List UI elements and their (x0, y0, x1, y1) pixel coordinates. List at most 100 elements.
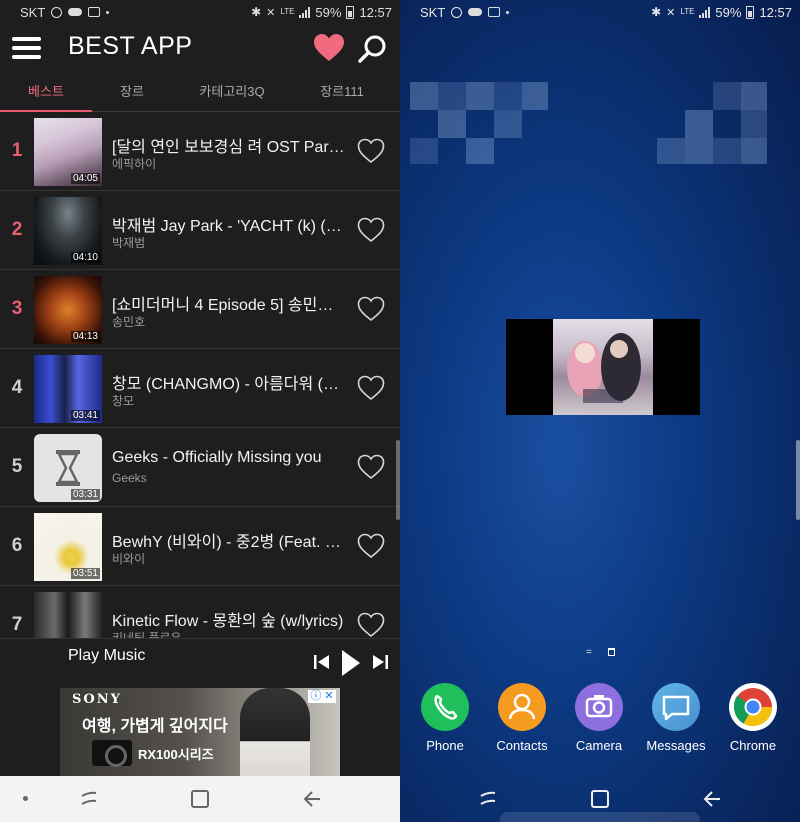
bottom-handle (500, 812, 700, 822)
app-phone[interactable]: Phone (406, 683, 484, 753)
song-thumbnail: 04:10 (34, 197, 102, 265)
home-button-icon[interactable] (190, 788, 210, 810)
song-rank: 7 (11, 614, 23, 635)
chrome-icon (729, 683, 777, 731)
like-heart-icon[interactable] (357, 217, 385, 243)
app-label: Phone (426, 738, 464, 753)
ad-product: RX100시리즈 (138, 747, 214, 762)
song-duration: 03:31 (70, 489, 100, 500)
song-title: Geeks - Officially Missing you (112, 449, 322, 466)
song-duration: 04:05 (70, 173, 100, 184)
app-label: Messages (646, 738, 706, 753)
sync-icon (51, 6, 63, 18)
song-duration: 04:10 (70, 252, 100, 263)
song-title: 박재범 Jay Park - 'YACHT (k) (Feat. (112, 218, 348, 235)
song-thumbnail (34, 592, 102, 638)
recent-apps-icon[interactable] (79, 788, 99, 810)
song-artist: 키네틱 플로우 (112, 631, 182, 638)
ad-photographer-image (240, 688, 310, 776)
menu-icon[interactable] (12, 37, 41, 59)
bluetooth-icon: ✱ (651, 5, 662, 19)
gallery-icon (88, 7, 101, 17)
signal-icon (299, 6, 311, 18)
search-icon[interactable] (357, 34, 387, 64)
song-list[interactable]: 1 04:05 [달의 연인 보보경심 려 OST Part 4] 에픽하이 2… (0, 112, 400, 638)
tab-genre[interactable]: 장르 (92, 72, 172, 112)
clock: 12:57 (359, 4, 392, 20)
song-thumbnail: 03:41 (34, 355, 102, 423)
like-heart-icon[interactable] (357, 138, 385, 164)
play-icon[interactable] (340, 648, 362, 678)
like-heart-icon[interactable] (357, 375, 385, 401)
back-icon[interactable] (702, 788, 722, 810)
edge-panel-handle[interactable] (796, 440, 800, 520)
song-thumbnail: 04:05 (34, 118, 102, 186)
song-title: [달의 연인 보보경심 려 OST Part 4] (112, 139, 348, 156)
messages-icon (652, 683, 700, 731)
ad-banner[interactable]: SONY 여행, 가볍게 깊어지다 RX100시리즈 ⓘ ✕ (60, 688, 340, 776)
tab-genre-111[interactable]: 장르111 (292, 72, 392, 112)
screen-root: SKT ✱ ✕ LTE 59% 12:57 BEST APP 베스트 장르 카테… (0, 0, 800, 822)
song-row[interactable]: 4 03:41 창모 (CHANGMO) - 아름다워 (Beautiful) … (0, 349, 400, 428)
song-rank: 4 (11, 377, 23, 398)
like-heart-icon[interactable] (357, 612, 385, 638)
song-duration: 03:51 (70, 568, 100, 579)
mini-player: Play Music (0, 638, 400, 688)
app-title: BEST APP (68, 32, 193, 60)
nav-hide-dot[interactable] (23, 796, 28, 801)
song-duration: 03:41 (70, 410, 100, 421)
app-chrome[interactable]: Chrome (714, 683, 792, 753)
bluetooth-icon: ✱ (251, 5, 262, 19)
song-row[interactable]: 1 04:05 [달의 연인 보보경심 려 OST Part 4] 에픽하이 (0, 112, 400, 191)
favorites-heart-icon[interactable] (313, 33, 345, 63)
carrier-label: SKT (420, 4, 446, 20)
song-row[interactable]: 2 04:10 박재범 Jay Park - 'YACHT (k) (Feat.… (0, 191, 400, 270)
app-dock: Phone Contacts Camera Messages Chrome (400, 683, 800, 763)
like-heart-icon[interactable] (357, 454, 385, 480)
song-duration: 04:13 (70, 331, 100, 342)
tab-category[interactable]: 카테고리3Q (172, 72, 292, 112)
song-title: Kinetic Flow - 몽환의 숲 (w/lyrics) (112, 613, 344, 630)
song-title: 창모 (CHANGMO) - 아름다워 (Beautiful) (112, 376, 348, 393)
song-rank: 2 (11, 219, 23, 240)
next-track-icon[interactable] (371, 651, 389, 673)
song-artist: 비와이 (112, 552, 146, 566)
song-thumbnail: 03:31 (34, 434, 102, 502)
song-row[interactable]: 3 04:13 [쇼미더머니 4 Episode 5] 송민호 - 겁 송민호 (0, 270, 400, 349)
cloud-icon (68, 8, 83, 16)
like-heart-icon[interactable] (357, 296, 385, 322)
song-artist: 송민호 (112, 315, 146, 329)
carrier-label: SKT (20, 4, 46, 20)
song-row[interactable]: 6 03:51 BewhY (비와이) - 중2병 (Feat. C Jamm)… (0, 507, 400, 586)
music-app-panel: SKT ✱ ✕ LTE 59% 12:57 BEST APP 베스트 장르 카테… (0, 0, 400, 822)
more-notifications-icon (506, 10, 510, 14)
song-artist: Geeks (112, 471, 147, 485)
song-title: BewhY (비와이) - 중2병 (Feat. C Jamm) (112, 534, 348, 551)
song-artist: 박재범 (112, 236, 146, 250)
tab-best[interactable]: 베스트 (0, 72, 92, 112)
battery-icon (346, 5, 355, 19)
recent-apps-icon[interactable] (478, 788, 498, 810)
app-camera[interactable]: Camera (560, 683, 638, 753)
cloud-icon (468, 8, 483, 16)
battery-percent: 59% (715, 4, 742, 20)
song-title: [쇼미더머니 4 Episode 5] 송민호 - 겁 (112, 297, 348, 314)
home-button-icon[interactable] (590, 788, 610, 810)
home-page-indicator-lines: = (586, 647, 592, 658)
battery-icon (746, 5, 755, 19)
home-page-indicator-icon (608, 648, 615, 656)
tab-bar: 베스트 장르 카테고리3Q 장르111 (0, 72, 400, 112)
app-contacts[interactable]: Contacts (483, 683, 561, 753)
floating-video-player[interactable] (506, 319, 700, 415)
ad-choices-icon[interactable]: ⓘ ✕ (308, 690, 336, 703)
back-icon[interactable] (302, 788, 322, 810)
song-artist: 창모 (112, 394, 135, 408)
network-type-label: LTE (280, 7, 295, 16)
gallery-icon (488, 7, 501, 17)
app-messages[interactable]: Messages (637, 683, 715, 753)
video-album-art (553, 319, 653, 415)
song-row[interactable]: 5 03:31 Geeks - Officially Missing you G… (0, 428, 400, 507)
song-row[interactable]: 7 Kinetic Flow - 몽환의 숲 (w/lyrics) 키네틱 플로… (0, 586, 400, 638)
like-heart-icon[interactable] (357, 533, 385, 559)
previous-track-icon[interactable] (313, 651, 331, 673)
